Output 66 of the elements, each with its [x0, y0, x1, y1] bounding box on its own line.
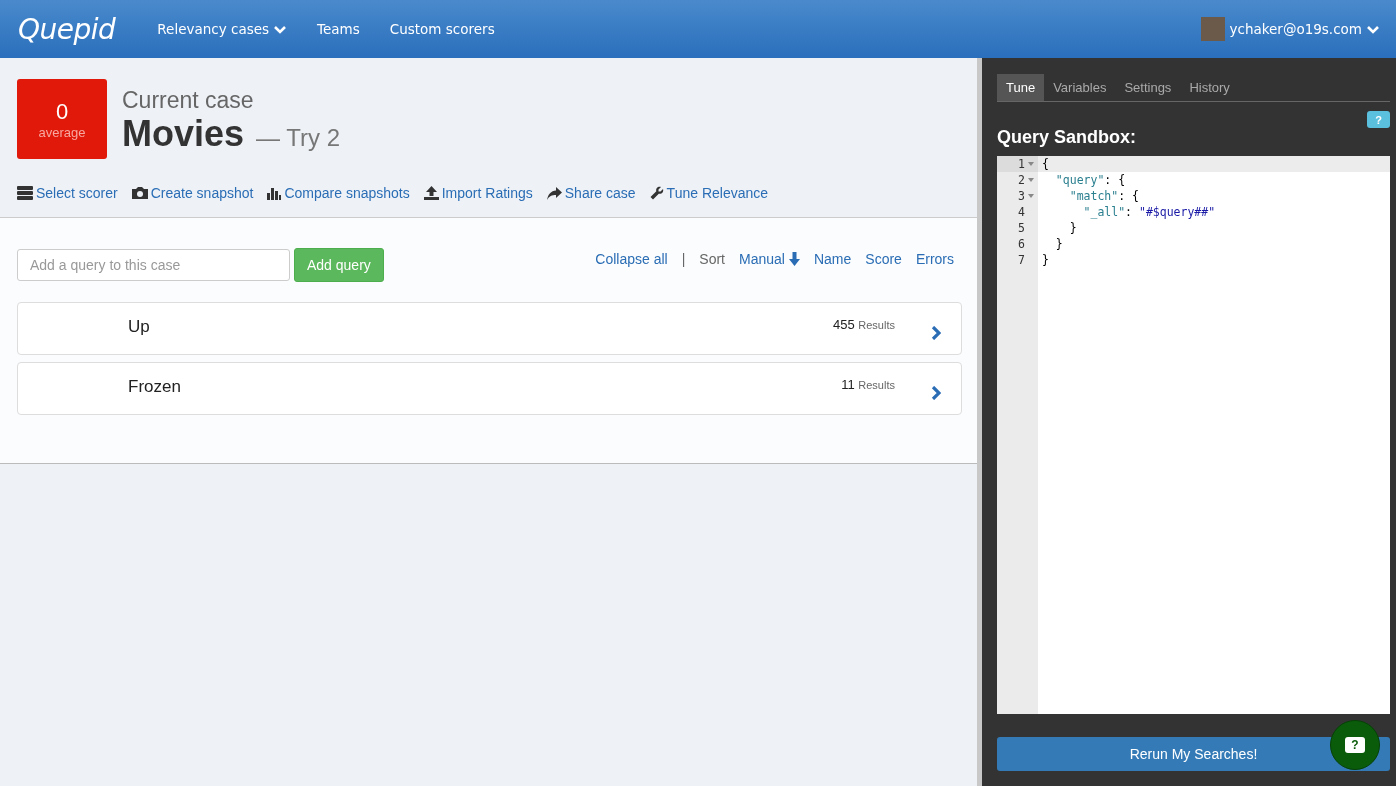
code-line: "match": {: [1068, 189, 1139, 203]
user-menu[interactable]: ychaker@o19s.com: [1229, 21, 1380, 37]
chat-help-button[interactable]: ?: [1330, 720, 1380, 770]
result-count: 455 Results: [833, 317, 895, 332]
nav-link[interactable]: Custom scorers: [389, 21, 495, 37]
chevron-down-icon: [1366, 23, 1380, 35]
list-icon: [17, 186, 33, 200]
code-editor[interactable]: 1 2 3 4 5 6 7 { "query": { "match": { "_all": "#$query##" } } }: [997, 156, 1390, 714]
panel-tab[interactable]: Tune: [997, 74, 1045, 101]
query-input-field[interactable]: Add a query to this case: [17, 249, 290, 281]
line-number: 7: [1017, 252, 1026, 268]
case-name: Movies: [122, 113, 245, 155]
upload-icon: [423, 186, 439, 200]
code-line: }: [1042, 253, 1049, 267]
camera-icon: [131, 186, 148, 200]
action-link[interactable]: Share case: [546, 185, 636, 201]
action-link[interactable]: Tune Relevance: [649, 185, 769, 201]
panel-tab[interactable]: Variables: [1044, 74, 1116, 101]
sort-option[interactable]: Manual: [739, 251, 800, 267]
score-label: average: [38, 124, 86, 140]
line-number: 1: [997, 156, 1038, 172]
sort-option[interactable]: Name: [813, 251, 852, 267]
fold-arrow-icon[interactable]: [1028, 162, 1034, 166]
code-line: {: [1042, 157, 1049, 171]
case-label: Current case: [122, 87, 255, 113]
action-link[interactable]: Create snapshot: [131, 185, 254, 201]
brand-logo[interactable]: Quepid: [18, 12, 116, 46]
query-row[interactable]: Up 455 Results: [17, 302, 962, 355]
code-line: "query": {: [1054, 173, 1126, 187]
code-line: "_all": "#$query##": [1082, 205, 1216, 219]
avatar: [1201, 17, 1226, 41]
fold-arrow-icon[interactable]: [1028, 194, 1034, 198]
panel-title: Query Sandbox:: [997, 127, 1137, 148]
collapse-all-link[interactable]: Collapse all: [595, 251, 668, 267]
result-count: 11 Results: [841, 377, 895, 392]
query-text: Up: [128, 316, 151, 337]
nav-link[interactable]: Teams: [317, 21, 360, 37]
wrench-icon: [649, 186, 664, 200]
query-text: Frozen: [128, 376, 182, 397]
line-number: 2: [997, 172, 1038, 188]
line-number: 5: [1017, 220, 1026, 236]
sort-option[interactable]: Score: [865, 251, 902, 267]
bar-chart-icon: [267, 186, 282, 200]
action-link[interactable]: Select scorer: [17, 185, 118, 201]
query-row[interactable]: Frozen 11 Results: [17, 362, 962, 415]
try-label: — Try 2: [256, 124, 341, 152]
fold-arrow-icon[interactable]: [1028, 178, 1034, 182]
panel-tab[interactable]: Settings: [1115, 74, 1181, 101]
share-arrow-icon: [546, 186, 562, 200]
chevron-right-icon: [931, 325, 941, 340]
code-line: }: [1054, 237, 1063, 251]
action-link[interactable]: Import Ratings: [423, 185, 533, 201]
sort-label: Sort: [699, 251, 725, 267]
separator: |: [681, 251, 686, 267]
panel-tab[interactable]: History: [1180, 74, 1239, 101]
line-number: 3: [997, 188, 1038, 204]
chevron-down-icon: [273, 23, 288, 35]
sort-option[interactable]: Errors: [915, 251, 954, 267]
action-link[interactable]: Compare snapshots: [267, 185, 410, 201]
score-value: 0: [55, 98, 69, 125]
chevron-right-icon: [931, 385, 941, 400]
arrow-down-icon: [788, 252, 800, 266]
code-line: }: [1068, 221, 1077, 235]
nav-link[interactable]: Relevancy cases: [157, 21, 288, 37]
line-number: 4: [1017, 204, 1026, 220]
line-number: 6: [1017, 236, 1026, 252]
